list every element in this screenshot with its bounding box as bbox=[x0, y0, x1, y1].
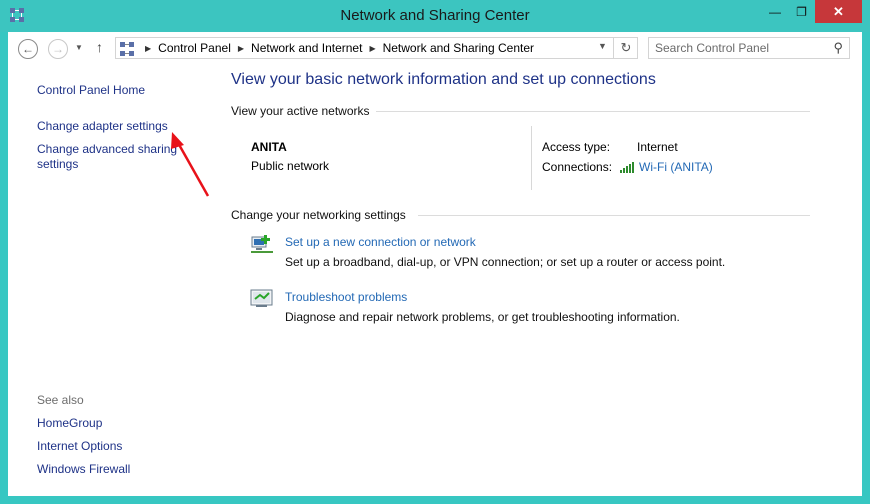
wifi-connection-link[interactable]: Wi-Fi (ANITA) bbox=[620, 160, 713, 174]
navigation-bar: ← → ▼ ↑ ▶ Control Panel ▶ Network and In… bbox=[8, 32, 862, 66]
breadcrumb-separator-icon[interactable]: ▶ bbox=[238, 44, 244, 53]
search-input[interactable] bbox=[655, 40, 825, 56]
main-pane: View your basic network information and … bbox=[208, 66, 862, 496]
connections-label: Connections: bbox=[542, 160, 613, 174]
forward-button[interactable]: → bbox=[48, 39, 68, 59]
left-pane: Control Panel Home Change adapter settin… bbox=[8, 66, 208, 496]
breadcrumb-separator-icon[interactable]: ▶ bbox=[145, 44, 151, 53]
recent-locations-chevron-icon[interactable]: ▼ bbox=[75, 43, 83, 52]
access-type-value: Internet bbox=[637, 140, 678, 154]
search-box[interactable]: ⚲ bbox=[648, 37, 850, 59]
see-also-label: See also bbox=[37, 393, 84, 407]
change-settings-heading: Change your networking settings bbox=[231, 208, 406, 222]
refresh-button[interactable]: ↻ bbox=[613, 38, 638, 58]
troubleshoot-description: Diagnose and repair network problems, or… bbox=[285, 310, 680, 324]
windows-firewall-link[interactable]: Windows Firewall bbox=[37, 462, 130, 476]
close-button[interactable]: ✕ bbox=[815, 0, 862, 23]
network-type: Public network bbox=[251, 159, 330, 173]
homegroup-link[interactable]: HomeGroup bbox=[37, 416, 102, 430]
title-bar[interactable]: Network and Sharing Center — ❐ ✕ bbox=[0, 0, 870, 32]
new-connection-icon bbox=[251, 235, 273, 253]
section-divider bbox=[376, 111, 810, 112]
window-client: ← → ▼ ↑ ▶ Control Panel ▶ Network and In… bbox=[8, 32, 862, 496]
minimize-button[interactable]: — bbox=[762, 0, 788, 23]
address-bar[interactable]: ▶ Control Panel ▶ Network and Internet ▶… bbox=[115, 37, 638, 59]
control-panel-icon bbox=[120, 42, 134, 56]
setup-connection-description: Set up a broadband, dial-up, or VPN conn… bbox=[285, 255, 726, 269]
wifi-connection-label[interactable]: Wi-Fi (ANITA) bbox=[639, 160, 713, 174]
setup-connection-link[interactable]: Set up a new connection or network bbox=[285, 235, 476, 249]
network-divider bbox=[531, 126, 532, 190]
breadcrumb-network-sharing-center[interactable]: Network and Sharing Center bbox=[383, 41, 534, 55]
breadcrumb-separator-icon[interactable]: ▶ bbox=[369, 44, 375, 53]
section-divider bbox=[418, 215, 810, 216]
network-name: ANITA bbox=[251, 140, 287, 154]
control-panel-home-link[interactable]: Control Panel Home bbox=[37, 83, 145, 97]
change-adapter-settings-link[interactable]: Change adapter settings bbox=[37, 119, 168, 133]
window-title: Network and Sharing Center bbox=[340, 7, 530, 24]
active-networks-heading: View your active networks bbox=[231, 104, 370, 118]
troubleshoot-icon bbox=[250, 289, 273, 307]
address-dropdown-icon[interactable]: ▼ bbox=[598, 41, 607, 51]
breadcrumb-network-and-internet[interactable]: Network and Internet bbox=[251, 41, 362, 55]
breadcrumb-control-panel[interactable]: Control Panel bbox=[158, 41, 231, 55]
access-type-label: Access type: bbox=[542, 140, 611, 154]
breadcrumb: ▶ Control Panel ▶ Network and Internet ▶… bbox=[138, 41, 534, 55]
change-advanced-sharing-link[interactable]: Change advanced sharing settings bbox=[37, 142, 187, 172]
page-title: View your basic network information and … bbox=[231, 71, 656, 88]
maximize-button[interactable]: ❐ bbox=[788, 0, 815, 23]
up-button[interactable]: ↑ bbox=[96, 39, 103, 55]
search-icon[interactable]: ⚲ bbox=[833, 40, 843, 56]
internet-options-link[interactable]: Internet Options bbox=[37, 439, 122, 453]
back-button[interactable]: ← bbox=[18, 39, 38, 59]
troubleshoot-problems-link[interactable]: Troubleshoot problems bbox=[285, 290, 407, 304]
wifi-signal-icon bbox=[620, 161, 635, 173]
